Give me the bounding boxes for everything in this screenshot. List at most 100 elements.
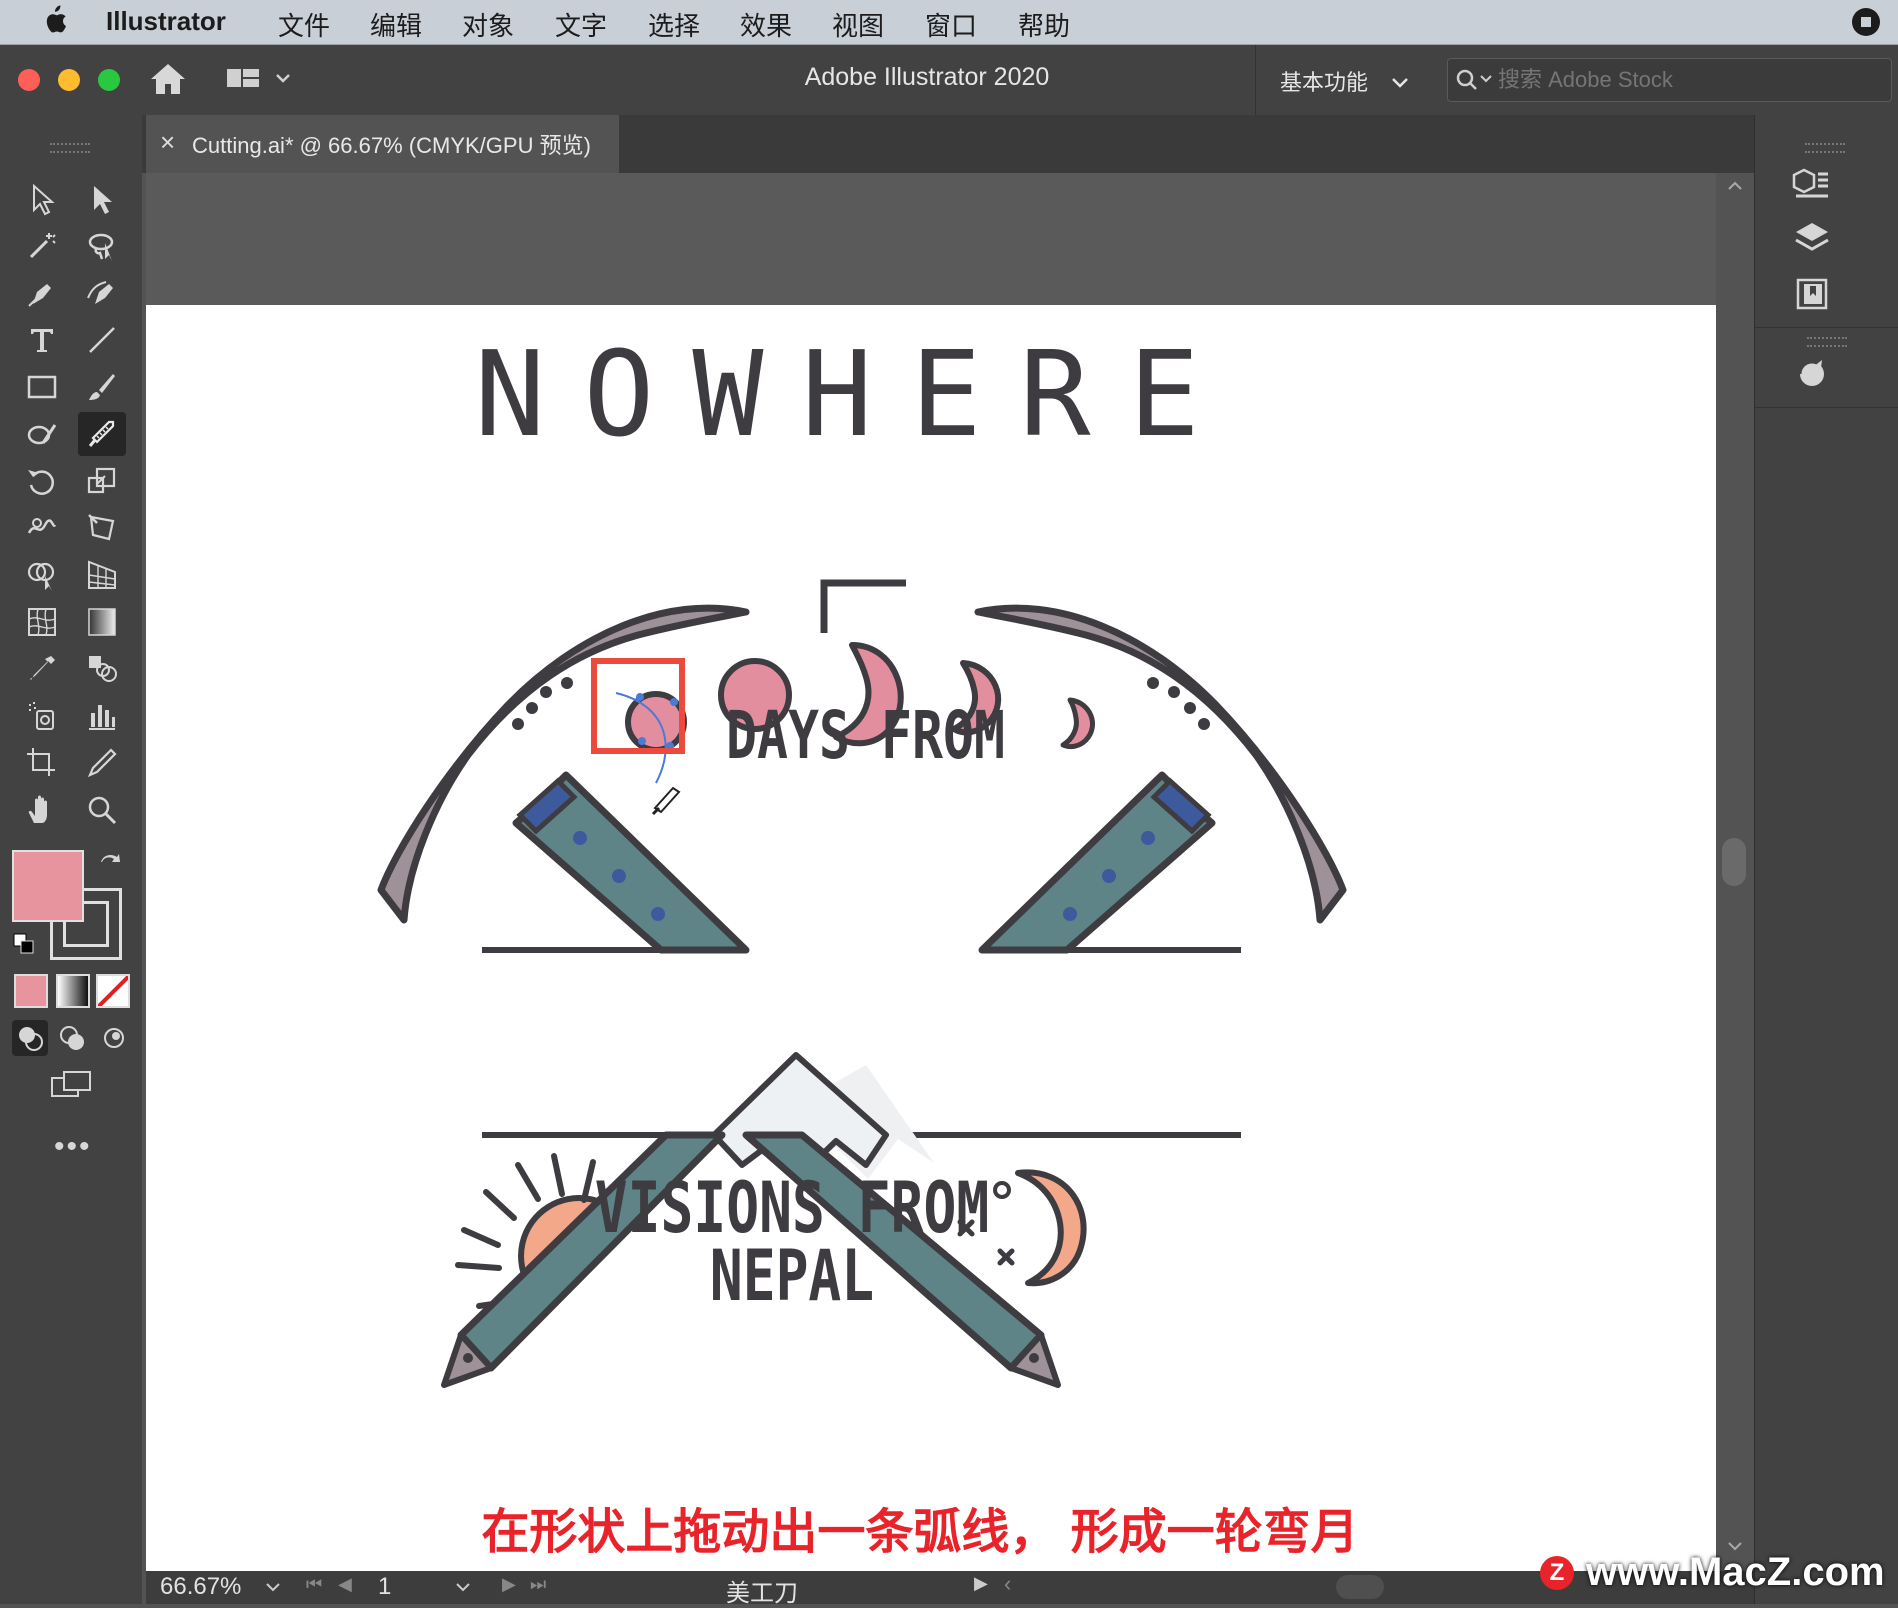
artboard[interactable]: NOWHERE DAYS FROM VISIONS FROM NEPAL <box>146 305 1716 1571</box>
axe-rivet <box>1029 1353 1039 1363</box>
scale-tool-icon[interactable] <box>78 459 126 503</box>
layers-icon[interactable] <box>1785 215 1839 263</box>
video-subtitle: 在形状上拖动出一条弧线， 形成一轮弯月 <box>481 1506 1359 1559</box>
rectangle-tool-icon[interactable] <box>18 365 66 409</box>
knife-tool-icon[interactable] <box>78 412 126 456</box>
menu-type[interactable]: 文字 <box>555 6 607 43</box>
swap-colors-icon[interactable] <box>98 852 124 883</box>
type-tool-icon[interactable] <box>18 318 66 362</box>
chevron-down-icon[interactable] <box>264 1581 282 1593</box>
scroll-up-icon[interactable] <box>1727 179 1743 191</box>
first-artboard-icon[interactable]: ⏮ <box>306 1574 322 1595</box>
line-tool-icon[interactable] <box>78 318 126 362</box>
menu-view[interactable]: 视图 <box>832 6 884 43</box>
menu-effect[interactable]: 效果 <box>740 6 792 43</box>
lasso-icon[interactable] <box>78 224 126 268</box>
horizontal-scrollbar-thumb[interactable] <box>1336 1575 1384 1599</box>
anchor-point <box>638 737 646 745</box>
app-menu[interactable]: Illustrator <box>106 6 226 37</box>
pick-hole <box>1147 677 1159 689</box>
menu-window[interactable]: 窗口 <box>925 6 977 43</box>
draw-behind-icon[interactable] <box>54 1020 90 1056</box>
fill-color-swatch[interactable] <box>12 850 84 922</box>
right-pick-head <box>974 604 1347 924</box>
default-colors-icon[interactable] <box>12 932 36 961</box>
workspace-dropdown[interactable]: 基本功能 <box>1280 65 1410 97</box>
current-tool-label[interactable]: 美工刀 <box>726 1573 798 1608</box>
vertical-scrollbar[interactable] <box>1718 173 1752 1571</box>
handle-dot <box>573 831 587 845</box>
blend-tool-icon[interactable] <box>78 647 126 691</box>
menu-object[interactable]: 对象 <box>462 6 514 43</box>
color-mode-button[interactable] <box>14 974 48 1008</box>
watermark-text: www.MacZ.com <box>1586 1550 1885 1594</box>
properties-icon[interactable] <box>1785 160 1839 208</box>
free-transform-icon[interactable] <box>78 506 126 550</box>
paintbrush-icon[interactable] <box>78 365 126 409</box>
scroll-left-icon[interactable]: ‹ <box>1004 1571 1011 1597</box>
symbol-sprayer-icon[interactable] <box>18 694 66 738</box>
zoom-level[interactable]: 66.67% <box>160 1573 241 1601</box>
chevron-down-icon[interactable] <box>454 1581 472 1593</box>
artwork-nepal: NEPAL <box>709 1235 875 1317</box>
macz-logo-icon: Z <box>1540 1556 1574 1590</box>
apple-icon[interactable] <box>40 4 68 43</box>
slice-tool-icon[interactable] <box>78 741 126 785</box>
selection-tool-icon[interactable] <box>18 177 66 221</box>
cc-sync-icon[interactable] <box>1785 350 1839 398</box>
status-bar: 66.67% ⏮ ◀ 1 ▶ ⏭ 美工刀 ▶ ‹ <box>146 1571 1754 1607</box>
close-tab-icon[interactable]: × <box>160 127 175 158</box>
zoom-tool-icon[interactable] <box>78 788 126 832</box>
warp-tool-icon[interactable] <box>18 506 66 550</box>
document-tab-label: Cutting.ai* @ 66.67% (CMYK/GPU 预览) <box>192 133 591 158</box>
magic-wand-icon[interactable] <box>18 224 66 268</box>
direct-selection-tool-icon[interactable] <box>78 177 126 221</box>
draw-inside-icon[interactable] <box>96 1020 132 1056</box>
shape-builder-icon[interactable] <box>18 553 66 597</box>
artboard-tool-icon[interactable] <box>18 741 66 785</box>
prev-artboard-icon[interactable]: ◀ <box>338 1574 352 1595</box>
stock-search-field[interactable] <box>1447 58 1892 102</box>
gradient-mode-button[interactable] <box>56 974 90 1008</box>
screen-record-icon[interactable] <box>1850 6 1882 45</box>
scrollbar-thumb[interactable] <box>1722 838 1746 886</box>
none-mode-button[interactable] <box>96 974 130 1008</box>
graph-tool-icon[interactable] <box>78 694 126 738</box>
pick-hole <box>526 702 538 714</box>
panel-grip[interactable] <box>1805 143 1845 153</box>
menu-help[interactable]: 帮助 <box>1018 6 1070 43</box>
panel-grip[interactable] <box>1807 337 1847 347</box>
app-titlebar: Adobe Illustrator 2020 基本功能 <box>0 45 1898 115</box>
menu-edit[interactable]: 编辑 <box>370 6 422 43</box>
panel-grip[interactable] <box>50 143 90 153</box>
handle-dot <box>1102 869 1116 883</box>
document-tab[interactable]: × Cutting.ai* @ 66.67% (CMYK/GPU 预览) <box>146 115 619 173</box>
gradient-tool-icon[interactable] <box>78 600 126 644</box>
next-artboard-icon[interactable]: ▶ <box>502 1574 516 1595</box>
axe-rivet <box>463 1353 473 1363</box>
screen-mode-icon[interactable] <box>48 1068 96 1109</box>
artwork-days-from: DAYS FROM <box>726 697 1005 774</box>
rotate-tool-icon[interactable] <box>18 459 66 503</box>
search-icon <box>1456 69 1492 90</box>
mesh-tool-icon[interactable] <box>18 600 66 644</box>
menu-select[interactable]: 选择 <box>648 6 700 43</box>
stock-search-input[interactable] <box>1496 64 1880 96</box>
artboard-number[interactable]: 1 <box>378 1573 391 1601</box>
knife-cursor <box>651 786 681 816</box>
draw-normal-icon[interactable] <box>12 1020 48 1056</box>
pen-tool-icon[interactable] <box>18 271 66 315</box>
hand-tool-icon[interactable] <box>18 788 66 832</box>
shaper-tool-icon[interactable] <box>18 412 66 456</box>
edit-toolbar-icon[interactable]: ••• <box>54 1130 92 1164</box>
menu-file[interactable]: 文件 <box>278 6 330 43</box>
libraries-icon[interactable] <box>1785 270 1839 318</box>
perspective-grid-icon[interactable] <box>78 553 126 597</box>
handle-dot <box>1063 907 1077 921</box>
last-artboard-icon[interactable]: ⏭ <box>530 1574 546 1595</box>
eyedropper-icon[interactable] <box>18 647 66 691</box>
night-moon <box>1015 1169 1087 1287</box>
number-five <box>820 579 906 633</box>
status-menu-icon[interactable]: ▶ <box>974 1573 988 1594</box>
curvature-tool-icon[interactable] <box>78 271 126 315</box>
